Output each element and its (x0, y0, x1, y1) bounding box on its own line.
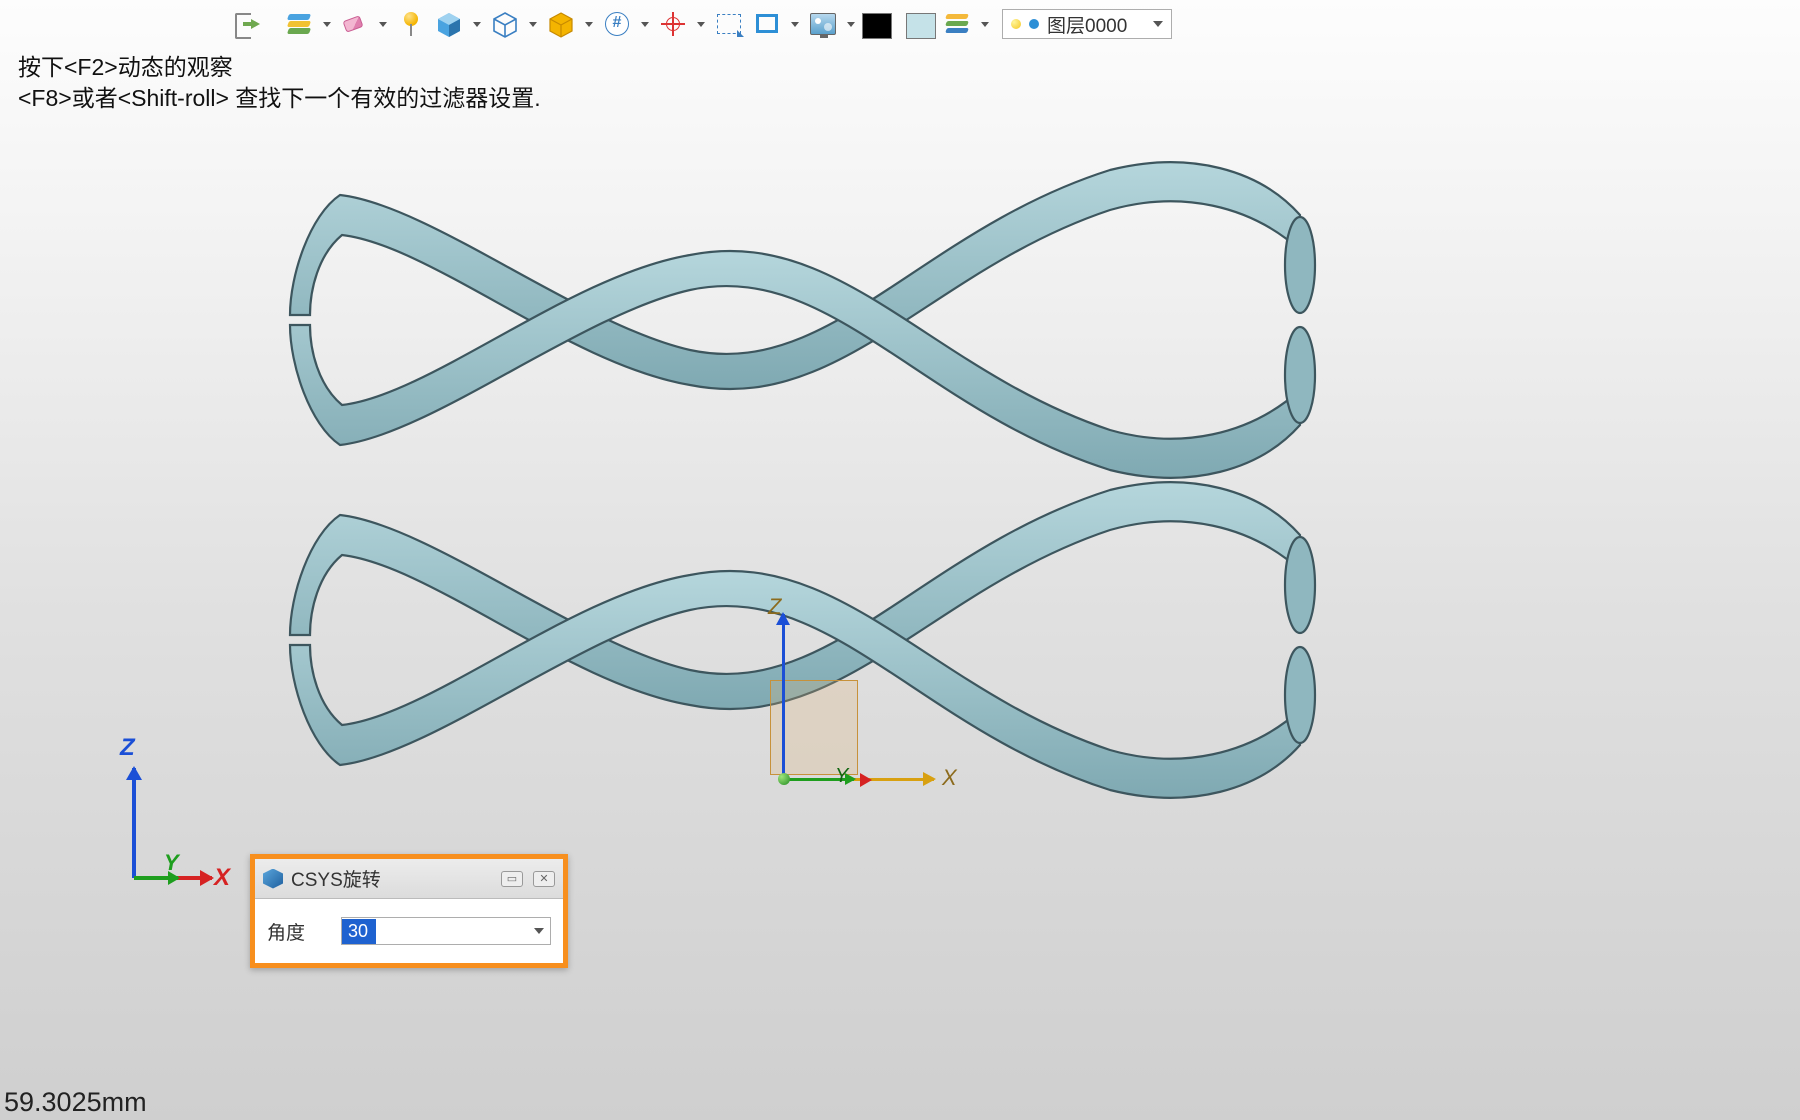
csys-rotate-dialog[interactable]: CSYS旋转 ▭ ✕ 角度 30 (250, 854, 568, 968)
eraser-button[interactable] (338, 7, 372, 41)
dialog-body: 角度 30 (255, 899, 563, 963)
triad-x-label: X (214, 864, 230, 892)
dialog-header[interactable]: CSYS旋转 ▭ ✕ (255, 859, 563, 899)
csys-y-label: Y (835, 765, 848, 788)
csys-z-label: Z (768, 594, 781, 620)
triad-z-label: Z (120, 734, 135, 762)
cube-wire-dropdown[interactable] (526, 7, 540, 41)
angle-value: 30 (342, 919, 376, 944)
hint-text: 按下<F2>动态的观察 <F8>或者<Shift-roll> 查找下一个有效的过… (18, 52, 541, 114)
csys-origin (778, 773, 790, 785)
hint-line-2: <F8>或者<Shift-roll> 查找下一个有效的过滤器设置. (18, 83, 541, 114)
view-axis-triad: Z Y X (112, 740, 222, 890)
hexagon-dropdown[interactable] (582, 7, 596, 41)
dialog-icon (263, 869, 283, 889)
status-measure: 59.3025mm (4, 1087, 147, 1118)
layer-stack-dropdown[interactable] (978, 7, 992, 41)
exit-button[interactable] (230, 7, 264, 41)
dialog-title: CSYS旋转 (291, 865, 381, 892)
swatch-background[interactable] (906, 13, 936, 39)
csys-x-label: X (942, 765, 957, 791)
crosshair-dropdown[interactable] (694, 7, 708, 41)
cube-shaded-dropdown[interactable] (470, 7, 484, 41)
fit-button[interactable] (712, 7, 746, 41)
chevron-down-icon (1153, 21, 1163, 27)
hash-target-button[interactable] (600, 7, 634, 41)
render-button[interactable] (806, 7, 840, 41)
triad-z-axis (132, 768, 136, 878)
hexagon-button[interactable] (544, 7, 578, 41)
angle-input[interactable]: 30 (341, 917, 551, 945)
model-csys[interactable]: Z X Y (760, 590, 960, 810)
layer-stack-button[interactable] (940, 7, 974, 41)
bulb-icon (1011, 19, 1021, 29)
dot-icon (1029, 19, 1039, 29)
triad-y-axis (134, 876, 178, 880)
layer-selector-value: 图层0000 (1047, 11, 1127, 38)
angle-dropdown-icon[interactable] (528, 928, 550, 934)
main-toolbar: 图层0000 (0, 2, 1800, 46)
angle-label: 角度 (267, 918, 327, 945)
render-dropdown[interactable] (844, 7, 858, 41)
dialog-close-button[interactable]: ✕ (533, 871, 555, 887)
layers-button[interactable] (282, 7, 316, 41)
dialog-collapse-button[interactable]: ▭ (501, 871, 523, 887)
measure-button[interactable] (750, 7, 784, 41)
swatch-foreground[interactable] (862, 13, 892, 39)
hint-line-1: 按下<F2>动态的观察 (18, 52, 541, 83)
measure-dropdown[interactable] (788, 7, 802, 41)
hash-target-dropdown[interactable] (638, 7, 652, 41)
csys-z-axis (782, 614, 785, 782)
crosshair-button[interactable] (656, 7, 690, 41)
layer-selector[interactable]: 图层0000 (1002, 9, 1172, 39)
layers-dropdown[interactable] (320, 7, 334, 41)
cube-wire-button[interactable] (488, 7, 522, 41)
eraser-dropdown[interactable] (376, 7, 390, 41)
pin-button[interactable] (394, 7, 428, 41)
cube-shaded-button[interactable] (432, 7, 466, 41)
triad-y-label: Y (164, 850, 179, 876)
